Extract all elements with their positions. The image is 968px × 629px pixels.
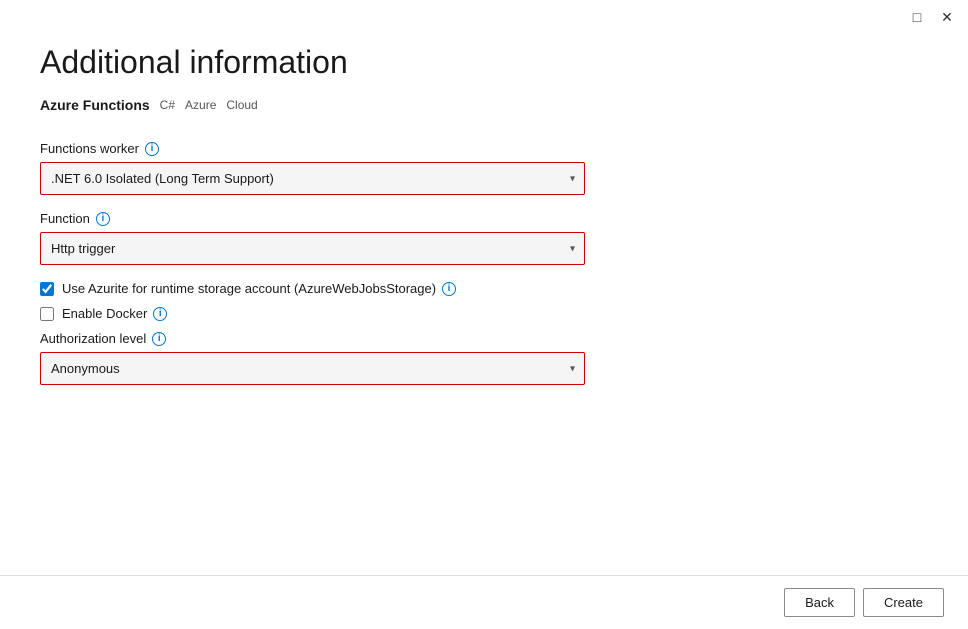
subtitle-main: Azure Functions	[40, 97, 150, 113]
functions-worker-select-wrapper: .NET 6.0 Isolated (Long Term Support) .N…	[40, 162, 585, 195]
tag-cloud: Cloud	[226, 98, 257, 112]
tag-csharp: C#	[160, 98, 175, 112]
content-area: Additional information Azure Functions C…	[0, 34, 968, 575]
functions-worker-info-icon[interactable]: i	[145, 142, 159, 156]
enable-docker-info-icon[interactable]: i	[153, 307, 167, 321]
back-button[interactable]: Back	[784, 588, 855, 617]
authorization-level-group: Authorization level i Anonymous Function…	[40, 331, 928, 385]
authorization-level-select-wrapper: Anonymous Function Admin ▾	[40, 352, 585, 385]
subtitle-row: Azure Functions C# Azure Cloud	[40, 97, 928, 113]
functions-worker-select[interactable]: .NET 6.0 Isolated (Long Term Support) .N…	[40, 162, 585, 195]
close-button[interactable]: ✕	[938, 8, 956, 26]
function-label: Function i	[40, 211, 928, 226]
minimize-icon: □	[913, 9, 921, 25]
use-azurite-checkbox[interactable]	[40, 282, 54, 296]
footer: Back Create	[0, 575, 968, 629]
use-azurite-label: Use Azurite for runtime storage account …	[62, 281, 456, 296]
use-azurite-info-icon[interactable]: i	[442, 282, 456, 296]
create-button[interactable]: Create	[863, 588, 944, 617]
use-azurite-row: Use Azurite for runtime storage account …	[40, 281, 928, 296]
function-select-wrapper: Http trigger Timer trigger Blob trigger …	[40, 232, 585, 265]
authorization-level-label: Authorization level i	[40, 331, 928, 346]
enable-docker-label: Enable Docker i	[62, 306, 167, 321]
authorization-level-select[interactable]: Anonymous Function Admin	[40, 352, 585, 385]
enable-docker-row: Enable Docker i	[40, 306, 928, 321]
authorization-level-info-icon[interactable]: i	[152, 332, 166, 346]
function-group: Function i Http trigger Timer trigger Bl…	[40, 211, 928, 265]
title-bar: □ ✕	[0, 0, 968, 34]
minimize-button[interactable]: □	[908, 8, 926, 26]
dialog: □ ✕ Additional information Azure Functio…	[0, 0, 968, 629]
tag-azure: Azure	[185, 98, 216, 112]
function-select[interactable]: Http trigger Timer trigger Blob trigger	[40, 232, 585, 265]
close-icon: ✕	[941, 9, 953, 26]
functions-worker-group: Functions worker i .NET 6.0 Isolated (Lo…	[40, 141, 928, 195]
function-info-icon[interactable]: i	[96, 212, 110, 226]
functions-worker-label: Functions worker i	[40, 141, 928, 156]
page-title: Additional information	[40, 44, 928, 81]
enable-docker-checkbox[interactable]	[40, 307, 54, 321]
